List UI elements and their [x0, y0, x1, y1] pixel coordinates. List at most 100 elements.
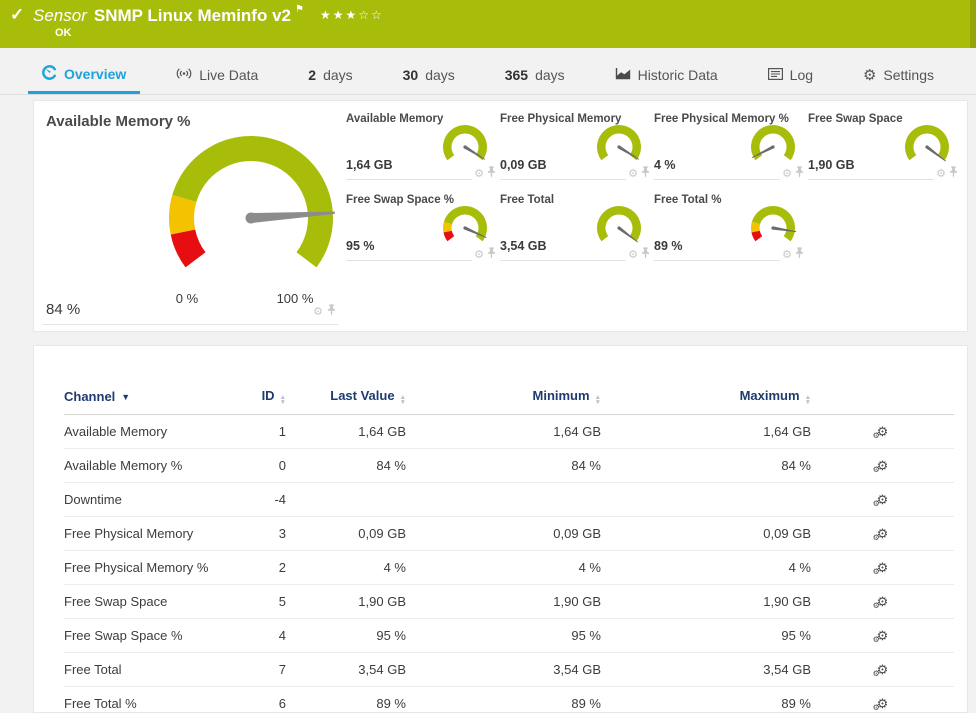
column-label: Channel: [64, 389, 116, 404]
table-row: Free Swap Space 5 1,90 GB 1,90 GB 1,90 GB ⚙ ⚙: [64, 584, 954, 619]
gear-icon[interactable]: ⚙: [313, 307, 323, 318]
tab-log[interactable]: Log: [754, 58, 827, 94]
channel-cell[interactable]: Free Total %: [64, 686, 244, 712]
channel-settings-icon[interactable]: ⚙ ⚙: [873, 560, 889, 576]
column-header-minimum[interactable]: Minimum ▲ ▼: [406, 388, 601, 415]
tab-live-data[interactable]: Live Data: [162, 58, 272, 94]
tab-label: Live Data: [199, 67, 259, 83]
table-row: Free Total % 6 89 % 89 % 89 % ⚙ ⚙: [64, 686, 954, 712]
column-header-id[interactable]: ID ▲ ▼: [244, 388, 286, 415]
gear-icon[interactable]: ⚙: [628, 169, 638, 180]
minimum-cell: 95 %: [406, 618, 601, 653]
object-kind-label: Sensor: [33, 6, 87, 25]
tab-label: days: [323, 67, 353, 83]
maximum-cell: 1,64 GB: [601, 414, 811, 449]
tab-label: Overview: [64, 66, 127, 82]
sort-icon: ▲ ▼: [399, 394, 406, 406]
channel-settings-icon[interactable]: ⚙ ⚙: [873, 492, 889, 508]
channel-cell[interactable]: Available Memory: [64, 414, 244, 449]
gear-icon: ⚙: [862, 67, 877, 84]
minimum-cell: 1,64 GB: [406, 414, 601, 449]
column-header-maximum[interactable]: Maximum ▲ ▼: [601, 388, 811, 415]
tab-settings[interactable]: ⚙ Settings: [849, 58, 948, 94]
pin-icon[interactable]: [795, 246, 804, 264]
sort-icon: ▲ ▼: [279, 394, 286, 406]
gauge-tile-available-memory-pct: Available Memory % 0 % 100 % 84 % ⚙: [42, 105, 338, 325]
status-check-icon: ✓: [10, 5, 25, 24]
sort-desc-icon: ▼: [121, 392, 131, 402]
pin-icon[interactable]: [487, 165, 496, 183]
id-cell: 2: [244, 550, 286, 585]
channel-cell[interactable]: Free Physical Memory %: [64, 550, 244, 585]
channel-settings-icon[interactable]: ⚙ ⚙: [873, 696, 889, 712]
channel-cell[interactable]: Free Swap Space %: [64, 618, 244, 653]
table-row: Available Memory % 0 84 % 84 % 84 % ⚙ ⚙: [64, 448, 954, 483]
channel-settings-icon[interactable]: ⚙ ⚙: [873, 458, 889, 474]
pin-icon[interactable]: [487, 246, 496, 264]
column-header-channel[interactable]: Channel ▼: [64, 388, 244, 415]
gauge-tile-free-swap-space-pct: Free Swap Space % 95 % ⚙: [346, 192, 496, 264]
mini-gauge-grid: Available Memory 1,64 GB ⚙ Free Physical Me…: [346, 111, 958, 264]
log-icon: [767, 67, 783, 83]
id-cell: 1: [244, 414, 286, 449]
maximum-cell: [601, 482, 811, 517]
gauge-tile-free-physical-memory-pct: Free Physical Memory % 4 % ⚙: [654, 111, 804, 183]
tab-bar: Overview Live Data 2 days 30 days 365 days Histo…: [0, 48, 976, 95]
gear-icon[interactable]: ⚙: [936, 169, 946, 180]
channel-cell[interactable]: Free Total: [64, 652, 244, 687]
channel-cell[interactable]: Free Physical Memory: [64, 516, 244, 551]
channel-settings-icon[interactable]: ⚙ ⚙: [873, 662, 889, 678]
id-cell: 5: [244, 584, 286, 619]
id-cell: -4: [244, 482, 286, 517]
maximum-cell: 95 %: [601, 618, 811, 653]
gear-icon[interactable]: ⚙: [628, 250, 638, 261]
pin-icon[interactable]: [795, 165, 804, 183]
priority-flag-icon[interactable]: ⚑: [295, 4, 304, 15]
priority-stars[interactable]: ★★★☆☆: [320, 8, 384, 22]
pin-icon[interactable]: [949, 165, 958, 183]
table-header-row: Channel ▼ ID ▲ ▼ Last Value ▲ ▼ Minimum ▲ ▼ Maximum…: [64, 388, 954, 415]
gear-icon[interactable]: ⚙: [782, 169, 792, 180]
channel-cell[interactable]: Free Swap Space: [64, 584, 244, 619]
table-row: Free Total 7 3,54 GB 3,54 GB 3,54 GB ⚙ ⚙: [64, 652, 954, 687]
tab-30-days[interactable]: 30 days: [389, 58, 469, 94]
channel-settings-icon[interactable]: ⚙ ⚙: [873, 594, 889, 610]
minimum-cell: 4 %: [406, 550, 601, 585]
channel-table-panel: Channel ▼ ID ▲ ▼ Last Value ▲ ▼ Minimum ▲ ▼ Maximum…: [33, 345, 968, 713]
last-value-cell: [286, 482, 406, 517]
tab-365-days[interactable]: 365 days: [491, 58, 579, 94]
minimum-cell: [406, 482, 601, 517]
minimum-cell: 0,09 GB: [406, 516, 601, 551]
status-badge: OK: [55, 27, 72, 39]
tab-historic-data[interactable]: Historic Data: [601, 58, 732, 94]
pin-icon[interactable]: [327, 303, 336, 321]
channel-cell[interactable]: Downtime: [64, 482, 244, 517]
tab-label: days: [535, 67, 565, 83]
gear-icon[interactable]: ⚙: [474, 169, 484, 180]
maximum-cell: 89 %: [601, 686, 811, 712]
id-cell: 6: [244, 686, 286, 712]
gear-icon[interactable]: ⚙: [782, 250, 792, 261]
gear-icon[interactable]: ⚙: [474, 250, 484, 261]
gauge-tile-available-memory: Available Memory 1,64 GB ⚙: [346, 111, 496, 183]
main-gauge: [156, 123, 346, 313]
column-label: Minimum: [532, 388, 590, 403]
table-row: Free Physical Memory 3 0,09 GB 0,09 GB 0,09 …: [64, 516, 954, 551]
tab-overview[interactable]: Overview: [28, 56, 141, 94]
channel-settings-icon[interactable]: ⚙ ⚙: [873, 424, 889, 440]
pin-icon[interactable]: [641, 165, 650, 183]
pin-icon[interactable]: [641, 246, 650, 264]
gauge-value: 0,09 GB: [500, 158, 547, 172]
id-cell: 7: [244, 652, 286, 687]
channel-cell[interactable]: Available Memory %: [64, 448, 244, 483]
last-value-cell: 4 %: [286, 550, 406, 585]
minimum-cell: 1,90 GB: [406, 584, 601, 619]
gauge-tile-free-total: Free Total 3,54 GB ⚙: [500, 192, 650, 264]
channel-settings-icon[interactable]: ⚙ ⚙: [873, 526, 889, 542]
live-data-icon: [176, 67, 192, 83]
maximum-cell: 84 %: [601, 448, 811, 483]
channel-settings-icon[interactable]: ⚙ ⚙: [873, 628, 889, 644]
tab-2-days[interactable]: 2 days: [294, 58, 366, 94]
column-header-last-value[interactable]: Last Value ▲ ▼: [286, 388, 406, 415]
id-cell: 4: [244, 618, 286, 653]
